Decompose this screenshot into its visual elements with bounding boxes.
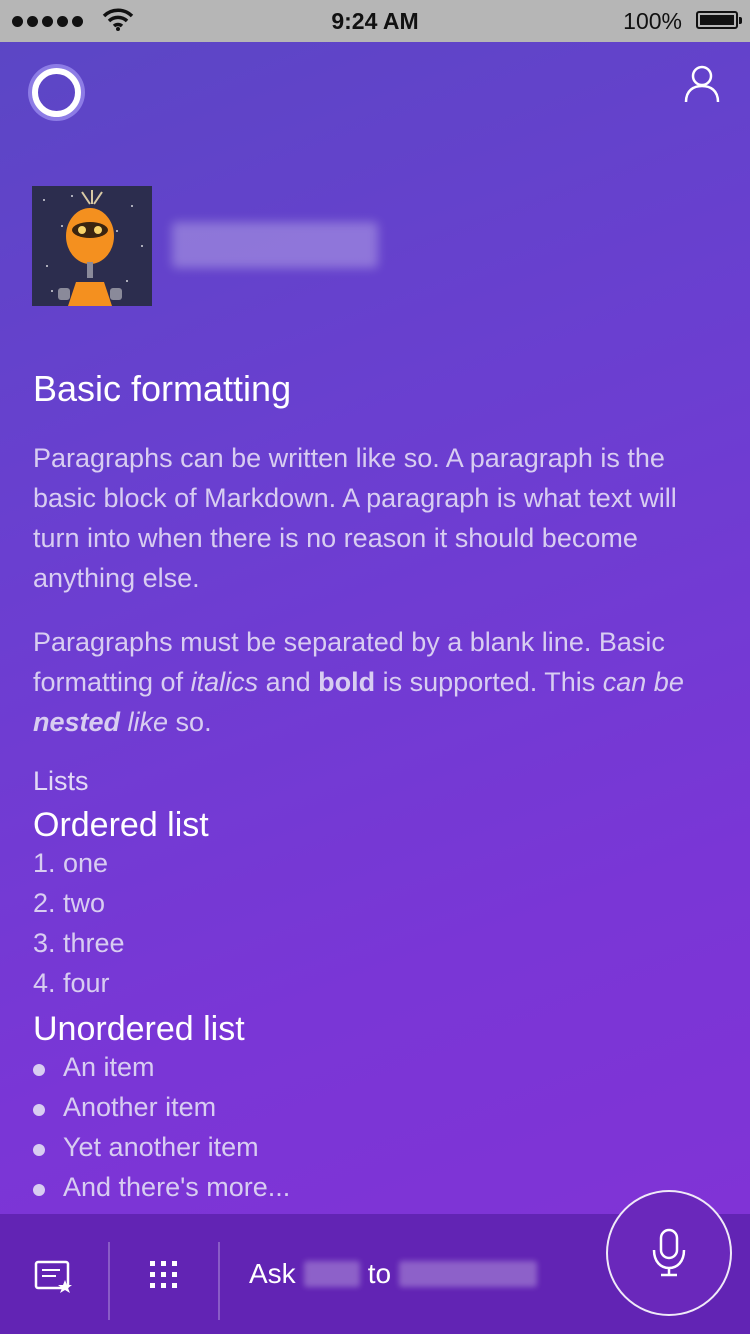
unordered-list-item: Another item: [33, 1092, 217, 1123]
unordered-list-heading: Unordered list: [33, 1010, 245, 1048]
ordered-list-item: 4. four: [33, 968, 110, 998]
unordered-item-text: Yet another item: [63, 1132, 259, 1162]
para2-text-3: is supported. This: [375, 667, 603, 697]
paragraph-1: Paragraphs can be written like so. A par…: [33, 443, 677, 593]
bullet-icon: [33, 1144, 45, 1156]
unordered-item-text: Another item: [63, 1092, 217, 1122]
ordered-list-heading: Ordered list: [33, 806, 209, 844]
bot-avatar: [32, 186, 152, 306]
battery-percent: 100%: [623, 8, 682, 34]
redacted-text: [399, 1261, 538, 1287]
para2-bold: bold: [318, 667, 376, 697]
bot-name-redacted: [172, 222, 378, 268]
unordered-item-text: An item: [63, 1052, 155, 1082]
notebook-star-icon[interactable]: [34, 1260, 74, 1294]
lists-label: Lists: [33, 766, 89, 796]
unordered-item-text: And there's more...: [63, 1172, 291, 1202]
bullet-icon: [33, 1064, 45, 1076]
unordered-list-item: And there's more...: [33, 1172, 291, 1203]
para2-nested-italic-1: can be: [602, 667, 684, 697]
bottom-divider: [218, 1242, 220, 1320]
bottom-divider: [108, 1242, 110, 1320]
grid-icon[interactable]: [149, 1260, 179, 1290]
ordered-list-item: 1. one: [33, 848, 109, 878]
ordered-list-item: 2. two: [33, 888, 106, 918]
microphone-button[interactable]: [606, 1190, 732, 1316]
status-bar: 9:24 AM 100%: [0, 0, 750, 42]
para2-text-4: so.: [168, 707, 212, 737]
unordered-list-item: Yet another item: [33, 1132, 259, 1163]
card-title: Basic formatting: [33, 368, 292, 409]
redacted-text: [303, 1261, 360, 1287]
cortana-ring-icon[interactable]: [32, 68, 81, 117]
para2-italic: italics: [190, 667, 259, 697]
ordered-list-item: 3. three: [33, 928, 125, 958]
unordered-list-item: An item: [33, 1052, 155, 1083]
battery-icon: [696, 11, 742, 29]
paragraph-2: Paragraphs must be separated by a blank …: [33, 622, 723, 742]
para2-nested-bold-italic: nested: [33, 707, 121, 737]
microphone-icon: [652, 1228, 686, 1277]
para2-text-2: and: [258, 667, 319, 697]
screen: 9:24 AM 100% Basic formatting Paragraphs…: [0, 0, 750, 1334]
person-icon[interactable]: [682, 64, 722, 104]
ask-input[interactable]: Ask to: [249, 1258, 538, 1290]
ask-label: Ask: [249, 1258, 296, 1289]
para2-nested-italic-2: like: [120, 707, 169, 737]
bullet-icon: [33, 1104, 45, 1116]
to-label: to: [367, 1258, 392, 1289]
bullet-icon: [33, 1184, 45, 1196]
robot-icon: [32, 186, 152, 306]
